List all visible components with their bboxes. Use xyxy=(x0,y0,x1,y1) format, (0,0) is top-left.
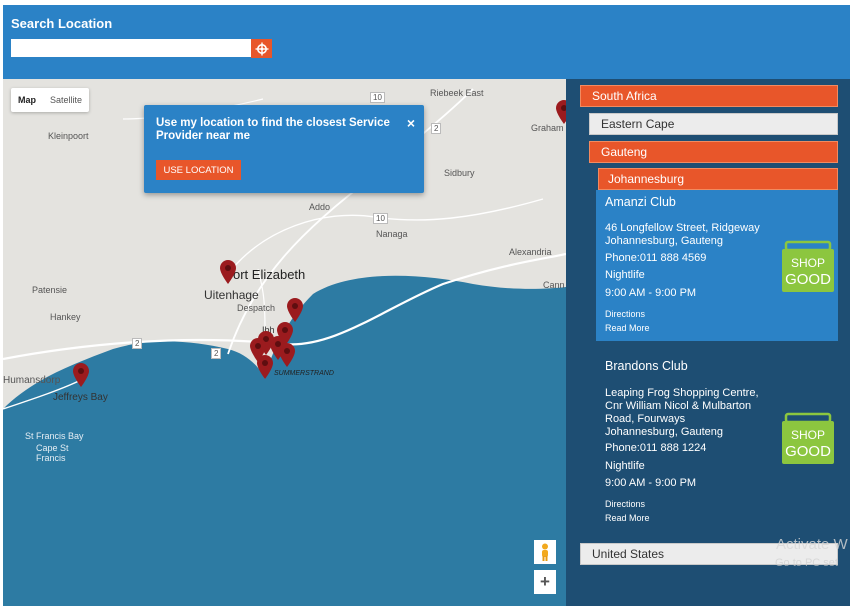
popup-message: Use my location to find the closest Serv… xyxy=(156,117,390,142)
place-patensie: Patensie xyxy=(32,285,68,295)
entry-category: Nightlife xyxy=(605,269,645,281)
entry-name[interactable]: Amanzi Club xyxy=(605,196,676,209)
activation-watermark-sub: Go to PC set xyxy=(775,557,838,569)
map-marker-icon[interactable] xyxy=(73,363,89,387)
entry-address: 46 Longfellow Street, Ridgeway xyxy=(605,222,760,234)
badge-good-text: GOOD xyxy=(785,443,831,460)
road-shield: 2 xyxy=(211,348,222,359)
badge-shop-text: SHOP xyxy=(791,256,825,270)
place-graham: Graham xyxy=(531,123,564,133)
map-type-map[interactable]: Map xyxy=(11,88,43,112)
place-cape-st-francis: Cape St Francis xyxy=(36,443,69,463)
place-addo: Addo xyxy=(309,202,331,212)
popup-close-button[interactable]: × xyxy=(407,115,415,131)
entry-category: Nightlife xyxy=(605,460,645,472)
province-gauteng[interactable]: Gauteng xyxy=(589,141,838,163)
activation-watermark: Activate W xyxy=(776,536,848,553)
entry-read-more-link[interactable]: Read More xyxy=(605,512,650,525)
shop-for-good-badge-icon: SHOP GOOD xyxy=(782,412,834,464)
road-shield: 10 xyxy=(373,213,388,224)
zoom-in-button[interactable]: + xyxy=(534,570,556,594)
province-eastern-cape[interactable]: Eastern Cape xyxy=(589,113,838,135)
map-marker-icon[interactable] xyxy=(556,100,566,124)
pegman-icon xyxy=(542,543,548,561)
place-jeffreys-bay: Jeffreys Bay xyxy=(53,392,108,403)
map-marker-icon[interactable] xyxy=(279,343,295,367)
entry-name[interactable]: Brandons Club xyxy=(605,360,688,373)
entry-directions-link[interactable]: Directions xyxy=(605,308,645,321)
place-summerstrand: SUMMERSTRAND xyxy=(274,370,334,377)
entry-address: Johannesburg, Gauteng xyxy=(605,235,724,247)
entry-directions-link[interactable]: Directions xyxy=(605,498,645,511)
place-st-francis-bay: St Francis Bay xyxy=(25,431,84,441)
road-shield: 2 xyxy=(431,123,442,134)
road-shield: 10 xyxy=(370,92,385,103)
use-location-button[interactable]: USE LOCATION xyxy=(156,160,241,180)
map-marker-icon[interactable] xyxy=(287,298,303,322)
entry-hours: 9:00 AM - 9:00 PM xyxy=(605,477,697,489)
map-marker-icon[interactable] xyxy=(220,260,236,284)
entry-hours: 9:00 AM - 9:00 PM xyxy=(605,287,697,299)
map-view[interactable]: Map Satellite Kleinpoort Riebeek East Gr… xyxy=(3,79,566,606)
search-header: Search Location xyxy=(3,5,850,79)
badge-good-text: GOOD xyxy=(785,271,831,288)
entry-read-more-link[interactable]: Read More xyxy=(605,322,650,335)
place-kleinpoort: Kleinpoort xyxy=(48,131,89,141)
entry-phone: Phone:011 888 1224 xyxy=(605,442,707,454)
map-marker-icon[interactable] xyxy=(257,355,273,379)
place-humansdorp: Humansdorp xyxy=(3,375,61,386)
country-south-africa[interactable]: South Africa xyxy=(580,85,838,107)
place-port-elizabeth: ort Elizabeth xyxy=(233,267,306,282)
place-nanaga: Nanaga xyxy=(376,229,408,239)
shop-for-good-badge-icon: SHOP GOOD xyxy=(782,240,834,292)
map-type-control: Map Satellite xyxy=(11,88,90,112)
crosshair-icon xyxy=(255,42,268,55)
use-location-popup: Use my location to find the closest Serv… xyxy=(144,105,424,193)
place-hankey: Hankey xyxy=(50,312,81,322)
locate-me-button[interactable] xyxy=(251,39,272,58)
road-shield: 2 xyxy=(132,338,143,349)
place-cann: Cann xyxy=(543,280,565,290)
search-title: Search Location xyxy=(11,16,113,31)
place-alexandria: Alexandria xyxy=(509,247,552,257)
place-despatch: Despatch xyxy=(237,303,276,313)
badge-shop-text: SHOP xyxy=(791,428,825,442)
map-type-satellite[interactable]: Satellite xyxy=(43,88,89,112)
entry-address: Leaping Frog Shopping Centre, xyxy=(605,387,759,399)
entry-address: Johannesburg, Gauteng xyxy=(605,426,724,438)
entry-address: Cnr William Nicol & Mulbarton xyxy=(605,400,752,412)
place-sidbury: Sidbury xyxy=(444,168,475,178)
place-riebeek-east: Riebeek East xyxy=(430,88,484,98)
search-location-input[interactable] xyxy=(11,39,263,57)
place-uitenhage: Uitenhage xyxy=(204,288,259,302)
city-johannesburg[interactable]: Johannesburg xyxy=(598,168,838,190)
entry-phone: Phone:011 888 4569 xyxy=(605,252,707,264)
entry-address: Road, Fourways xyxy=(605,413,686,425)
street-view-pegman[interactable] xyxy=(534,540,556,564)
